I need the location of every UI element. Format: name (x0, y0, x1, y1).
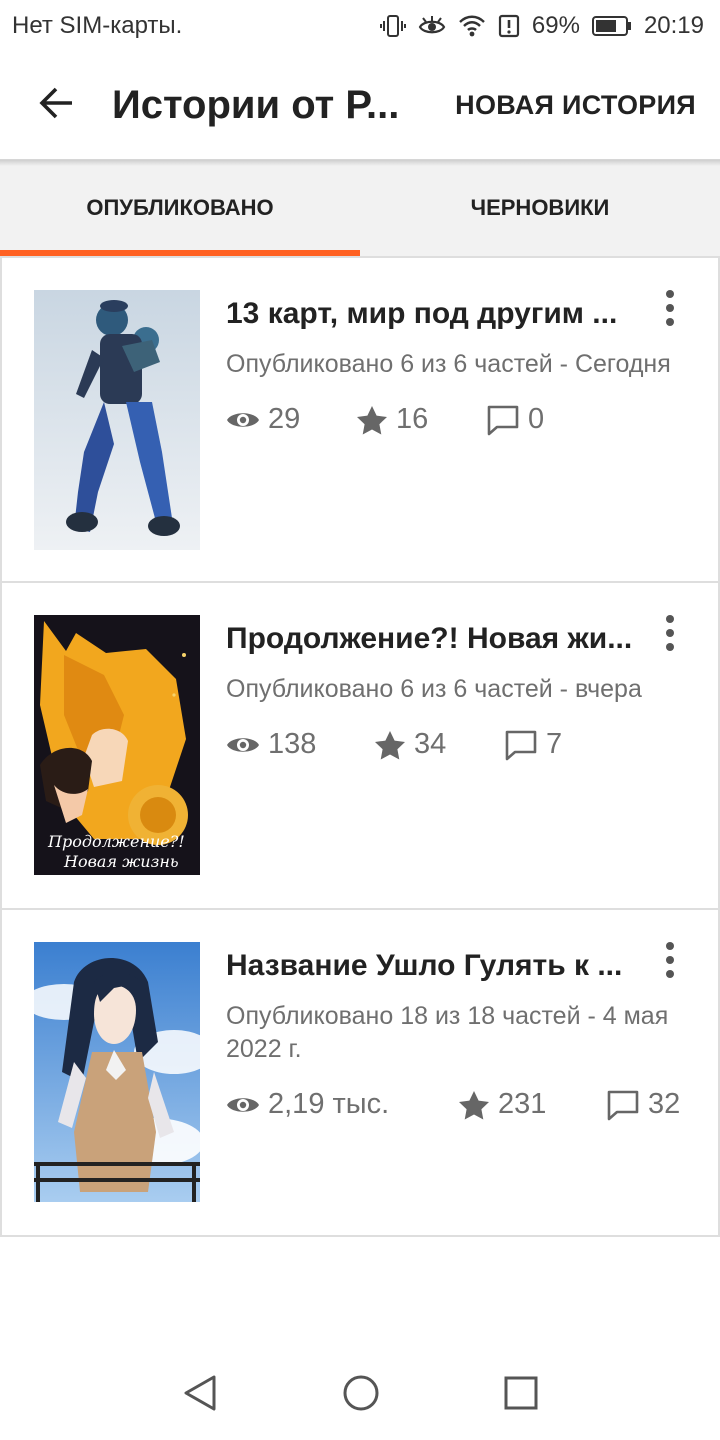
battery-percent: 69% (531, 12, 580, 39)
views-count: 29 (268, 403, 301, 435)
arrow-left-icon (38, 86, 74, 125)
story-stats: 138 34 7 (226, 728, 696, 761)
star-icon (374, 730, 406, 760)
more-vert-icon (666, 615, 674, 623)
eye-icon (226, 733, 260, 757)
story-publish-status: Опубликовано 6 из 6 частей - Сегодня (226, 350, 671, 378)
tab-bar: ОПУБЛИКОВАНО ЧЕРНОВИКИ (0, 160, 720, 256)
app-bar-shadow (0, 160, 720, 166)
votes-stat: 231 (458, 1088, 606, 1121)
cover-text-line1: Продолжение?! (47, 832, 185, 851)
story-stats: 29 16 0 (226, 403, 696, 436)
story-info: Название Ушло Гулять к ... Опубликовано … (226, 942, 696, 1121)
story-card[interactable]: 13 карт, мир под другим ... Опубликовано… (0, 256, 720, 583)
views-count: 2,19 тыс. (268, 1088, 390, 1120)
story-publish-status: Опубликовано 18 из 18 частей - 4 мая 202… (226, 1002, 669, 1063)
nav-back-button[interactable] (182, 1374, 218, 1417)
vibrate-icon (379, 13, 406, 39)
status-icons: 69% 20:19 (379, 12, 704, 40)
nav-recents-button[interactable] (504, 1376, 538, 1415)
more-options-button[interactable] (658, 940, 682, 980)
carrier-label: Нет SIM-карты. (12, 12, 183, 39)
views-stat: 2,19 тыс. (226, 1088, 458, 1121)
comment-icon (504, 729, 538, 761)
app-bar: Истории от Р... НОВАЯ ИСТОРИЯ (0, 52, 720, 160)
circle-home-icon (343, 1375, 379, 1410)
star-icon (356, 405, 388, 435)
views-stat: 138 (226, 728, 374, 761)
story-info: 13 карт, мир под другим ... Опубликовано… (226, 290, 696, 436)
comments-count: 0 (528, 403, 545, 435)
eye-icon (226, 408, 260, 432)
square-recents-icon (504, 1376, 538, 1409)
status-bar: Нет SIM-карты. 69% 20:19 (0, 0, 720, 52)
comments-stat: 7 (504, 728, 562, 761)
story-cover-image[interactable] (34, 290, 200, 550)
eye-icon (226, 1093, 260, 1117)
tab-drafts[interactable]: ЧЕРНОВИКИ (360, 160, 720, 256)
tab-published[interactable]: ОПУБЛИКОВАНО (0, 160, 360, 256)
cover-text-line2: Новая жизнь (63, 852, 179, 871)
story-cover-image[interactable] (34, 942, 200, 1202)
comments-stat: 0 (486, 403, 544, 436)
clock: 20:19 (643, 12, 704, 39)
more-vert-icon-dot (666, 956, 674, 964)
comments-stat: 32 (606, 1088, 680, 1121)
wifi-icon (458, 14, 486, 38)
more-vert-icon-dot (666, 629, 674, 637)
more-vert-icon (666, 290, 674, 298)
story-title[interactable]: Название Ушло Гулять к ... (226, 942, 636, 990)
back-button[interactable] (0, 52, 112, 160)
story-cover-image[interactable]: Продолжение?! Новая жизнь (34, 615, 200, 875)
story-title[interactable]: Продолжение?! Новая жи... (226, 615, 636, 663)
views-count: 138 (268, 728, 317, 760)
battery-icon (591, 15, 632, 37)
votes-stat: 16 (356, 403, 486, 436)
new-story-button[interactable]: НОВАЯ ИСТОРИЯ (455, 90, 696, 121)
more-options-button[interactable] (658, 288, 682, 328)
system-nav-bar (0, 1350, 720, 1440)
more-vert-icon (666, 942, 674, 950)
story-title[interactable]: 13 карт, мир под другим ... (226, 290, 636, 338)
votes-count: 34 (414, 728, 447, 760)
more-options-button[interactable] (658, 613, 682, 653)
eye-comfort-icon (418, 14, 446, 38)
votes-count: 231 (498, 1088, 547, 1120)
more-vert-icon-dot (666, 318, 674, 326)
story-list: 13 карт, мир под другим ... Опубликовано… (0, 256, 720, 1237)
nav-home-button[interactable] (342, 1374, 380, 1417)
page-title: Истории от Р... (112, 83, 400, 127)
story-card[interactable]: Продолжение?! Новая жизнь Продолжение?! … (0, 583, 720, 910)
votes-stat: 34 (374, 728, 504, 761)
votes-count: 16 (396, 403, 429, 435)
comments-count: 7 (546, 728, 563, 760)
comment-icon (606, 1089, 640, 1121)
star-icon (458, 1090, 490, 1120)
story-card[interactable]: Название Ушло Гулять к ... Опубликовано … (0, 910, 720, 1237)
comments-count: 32 (648, 1088, 681, 1120)
triangle-back-icon (184, 1375, 216, 1410)
story-stats: 2,19 тыс. 231 32 (226, 1088, 696, 1121)
story-publish-status: Опубликовано 6 из 6 частей - вчера (226, 675, 642, 703)
more-vert-icon-dot (666, 970, 674, 978)
story-info: Продолжение?! Новая жи... Опубликовано 6… (226, 615, 696, 761)
more-vert-icon-dot (666, 643, 674, 651)
more-vert-icon-dot (666, 304, 674, 312)
comment-icon (486, 404, 520, 436)
battery-alert-icon (498, 14, 520, 38)
views-stat: 29 (226, 403, 356, 436)
